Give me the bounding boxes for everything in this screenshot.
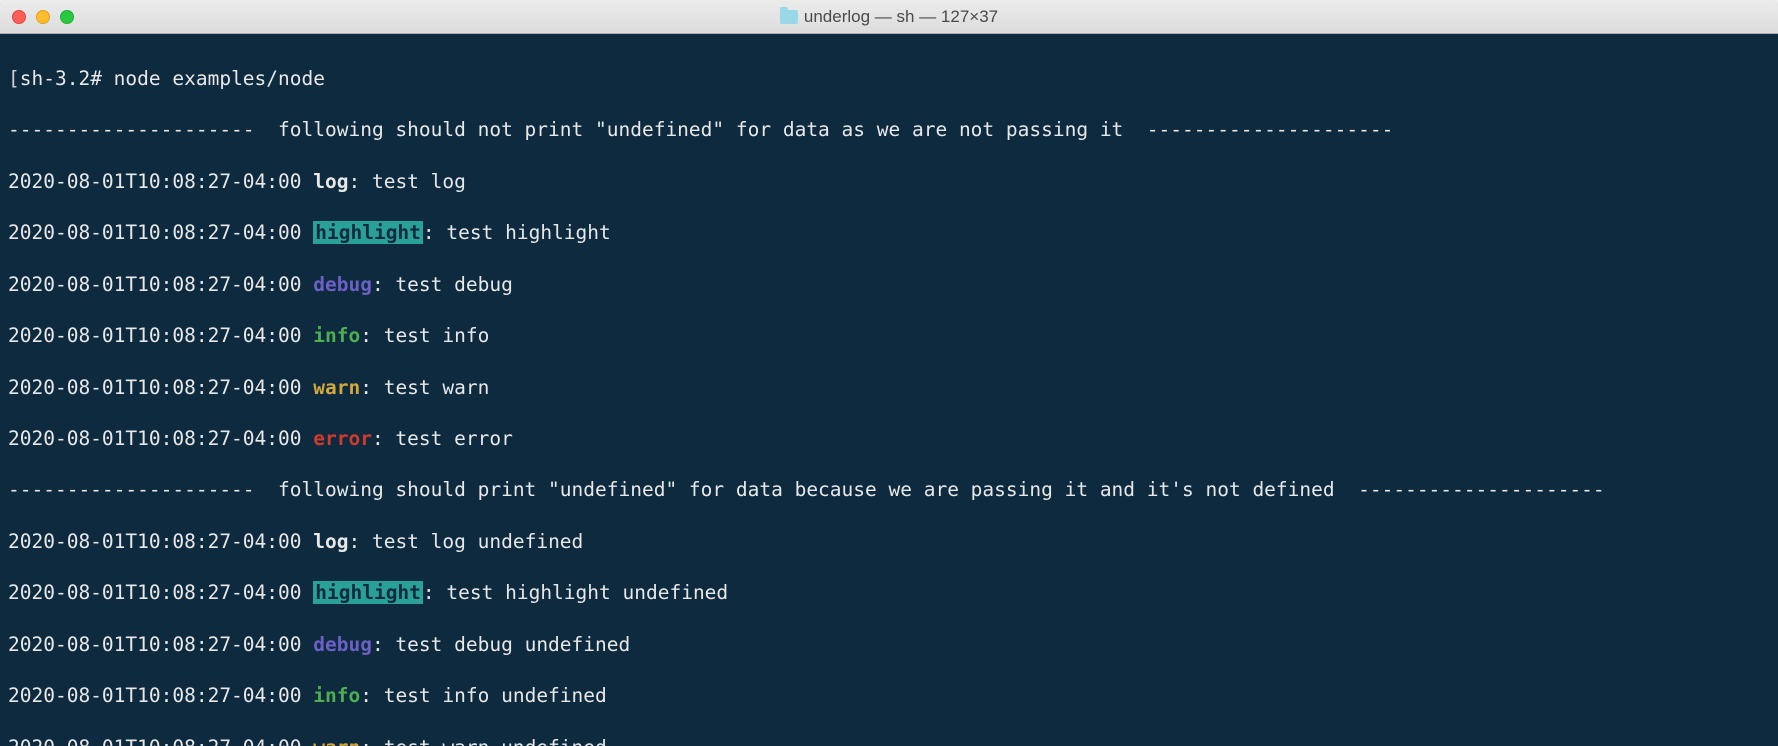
level-log: log (313, 170, 348, 193)
window-title-area: underlog — sh — 127×37 (780, 7, 998, 27)
level-warn: warn (313, 736, 360, 746)
level-info: info (313, 684, 360, 707)
maximize-button[interactable] (60, 10, 74, 24)
log-line: 2020-08-01T10:08:27-04:00 info: test inf… (8, 683, 1770, 709)
level-log: log (313, 530, 348, 553)
log-line: 2020-08-01T10:08:27-04:00 highlight: tes… (8, 220, 1770, 246)
log-line: 2020-08-01T10:08:27-04:00 highlight: tes… (8, 580, 1770, 606)
prompt-line: [sh-3.2# node examples/node (8, 66, 1770, 92)
separator-2: --------------------- following should p… (8, 477, 1770, 503)
log-line: 2020-08-01T10:08:27-04:00 warn: test war… (8, 735, 1770, 746)
separator-1: --------------------- following should n… (8, 117, 1770, 143)
close-button[interactable] (12, 10, 26, 24)
traffic-lights (12, 10, 74, 24)
log-line: 2020-08-01T10:08:27-04:00 warn: test war… (8, 375, 1770, 401)
level-highlight: highlight (313, 221, 423, 244)
level-error: error (313, 427, 372, 450)
shell-prompt: sh-3.2# (20, 67, 114, 90)
log-line: 2020-08-01T10:08:27-04:00 log: test log … (8, 529, 1770, 555)
folder-icon (780, 10, 798, 24)
minimize-button[interactable] (36, 10, 50, 24)
level-info: info (313, 324, 360, 347)
log-line: 2020-08-01T10:08:27-04:00 debug: test de… (8, 632, 1770, 658)
log-line: 2020-08-01T10:08:27-04:00 info: test inf… (8, 323, 1770, 349)
window-title: underlog — sh — 127×37 (804, 7, 998, 27)
level-warn: warn (313, 376, 360, 399)
log-line: 2020-08-01T10:08:27-04:00 debug: test de… (8, 272, 1770, 298)
level-debug: debug (313, 633, 372, 656)
titlebar[interactable]: underlog — sh — 127×37 (0, 0, 1778, 34)
terminal-content[interactable]: [sh-3.2# node examples/node ------------… (0, 34, 1778, 746)
level-highlight: highlight (313, 581, 423, 604)
level-debug: debug (313, 273, 372, 296)
command: node examples/node (114, 67, 325, 90)
log-line: 2020-08-01T10:08:27-04:00 error: test er… (8, 426, 1770, 452)
terminal-window: underlog — sh — 127×37 [sh-3.2# node exa… (0, 0, 1778, 746)
log-line: 2020-08-01T10:08:27-04:00 log: test log (8, 169, 1770, 195)
